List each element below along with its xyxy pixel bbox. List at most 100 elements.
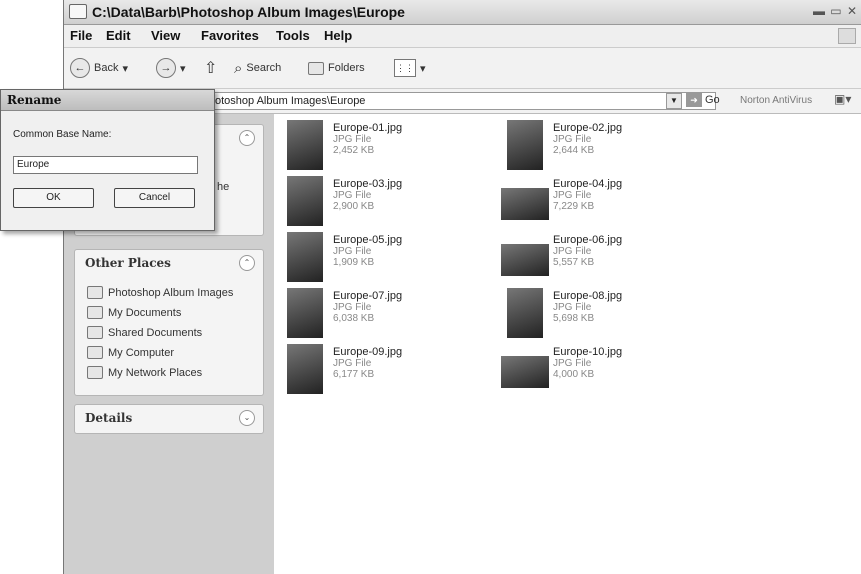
image-thumbnail (287, 120, 323, 170)
windows-logo-icon (838, 28, 856, 44)
file-type: JPG File (553, 246, 592, 257)
file-item[interactable]: Europe-10.jpg JPG File 4,000 KB (501, 344, 707, 398)
file-type: JPG File (333, 246, 372, 257)
back-button[interactable]: ← Back ▾ (70, 56, 128, 80)
go-button[interactable]: ➜ Go (686, 93, 720, 107)
forward-dropdown-icon[interactable]: ▾ (180, 62, 186, 75)
file-size: 2,452 KB (333, 145, 375, 156)
file-name: Europe-08.jpg (553, 290, 623, 302)
image-thumbnail (287, 176, 323, 226)
file-list: Europe-01.jpg JPG File 2,452 KB Europe-0… (275, 114, 861, 574)
go-arrow-icon: ➜ (686, 93, 702, 107)
file-item[interactable]: Europe-05.jpg JPG File 1,909 KB (287, 232, 487, 286)
common-base-name-input[interactable]: Europe (13, 156, 198, 174)
other-places-header[interactable]: Other Places (85, 256, 171, 270)
file-size: 6,038 KB (333, 313, 375, 324)
place-label: My Computer (108, 346, 175, 359)
folders-icon (308, 61, 324, 75)
menu-view[interactable]: View (151, 28, 180, 43)
image-thumbnail (507, 120, 543, 170)
file-name: Europe-06.jpg (553, 234, 623, 246)
file-item[interactable]: Europe-09.jpg JPG File 6,177 KB (287, 344, 487, 398)
forward-button[interactable]: → ▾ (156, 56, 186, 80)
place-label: My Documents (108, 306, 182, 319)
place-my-computer[interactable]: My Computer (87, 346, 174, 359)
menu-bar: File Edit View Favorites Tools Help (64, 25, 861, 48)
views-dropdown-icon: ▾ (420, 62, 426, 75)
file-type: JPG File (553, 302, 592, 313)
place-photoshop-album-images[interactable]: Photoshop Album Images (87, 286, 233, 299)
file-type: JPG File (333, 134, 372, 145)
file-type: JPG File (333, 302, 372, 313)
menu-file[interactable]: File (70, 28, 92, 43)
image-thumbnail (287, 344, 323, 394)
network-icon (87, 366, 103, 379)
collapse-chevron-icon[interactable]: ⌃ (239, 255, 255, 271)
file-size: 6,177 KB (333, 369, 375, 380)
window-controls[interactable]: ▬ ▭ ✕ (813, 4, 858, 18)
menu-favorites[interactable]: Favorites (201, 28, 259, 43)
folder-icon (87, 286, 103, 299)
ok-button[interactable]: OK (13, 188, 94, 208)
folders-button[interactable]: Folders (308, 56, 365, 80)
cancel-button[interactable]: Cancel (114, 188, 195, 208)
image-thumbnail (287, 232, 323, 282)
file-item[interactable]: Europe-08.jpg JPG File 5,698 KB (507, 288, 707, 342)
computer-icon (87, 346, 103, 359)
file-item[interactable]: Europe-02.jpg JPG File 2,644 KB (507, 120, 707, 174)
norton-menu-icon[interactable]: ▣▾ (834, 92, 851, 106)
file-item[interactable]: Europe-04.jpg JPG File 7,229 KB (501, 176, 707, 230)
views-icon: ⋮⋮ (394, 59, 416, 77)
place-my-documents[interactable]: My Documents (87, 306, 181, 319)
menu-edit[interactable]: Edit (106, 28, 131, 43)
image-thumbnail (501, 356, 549, 388)
place-label: My Network Places (108, 366, 203, 379)
up-folder-icon: ⇧ (204, 60, 218, 77)
file-item[interactable]: Europe-01.jpg JPG File 2,452 KB (287, 120, 487, 174)
file-type: JPG File (553, 190, 592, 201)
back-arrow-icon: ← (70, 58, 90, 78)
address-field[interactable]: otoshop Album Images\Europe (190, 92, 716, 110)
file-item[interactable]: Europe-03.jpg JPG File 2,900 KB (287, 176, 487, 230)
rename-dialog: Rename Common Base Name: Europe OK Cance… (0, 89, 215, 231)
search-button[interactable]: ⌕ Search (234, 56, 281, 80)
folders-label: Folders (328, 62, 365, 74)
explorer-window: C:\Data\Barb\Photoshop Album Images\Euro… (63, 0, 861, 574)
image-thumbnail (507, 288, 543, 338)
expand-chevron-icon[interactable]: ⌄ (239, 410, 255, 426)
place-my-network-places[interactable]: My Network Places (87, 366, 202, 379)
folder-icon (69, 4, 87, 19)
title-bar: C:\Data\Barb\Photoshop Album Images\Euro… (64, 0, 861, 25)
file-item[interactable]: Europe-07.jpg JPG File 6,038 KB (287, 288, 487, 342)
file-name: Europe-07.jpg (333, 290, 403, 302)
file-item[interactable]: Europe-06.jpg JPG File 5,557 KB (501, 232, 707, 286)
image-thumbnail (501, 188, 549, 220)
norton-antivirus-label[interactable]: Norton AntiVirus (740, 95, 812, 106)
image-thumbnail (287, 288, 323, 338)
menu-help[interactable]: Help (324, 28, 352, 43)
views-button[interactable]: ⋮⋮ ▾ (394, 56, 426, 80)
menu-tools[interactable]: Tools (276, 28, 310, 43)
up-folder-button[interactable]: ⇧ (204, 56, 217, 80)
file-size: 5,557 KB (553, 257, 595, 268)
forward-arrow-icon: → (156, 58, 176, 78)
toolbar: ← Back ▾ → ▾ ⇧ ⌕ Search Folders ⋮⋮ ▾ (64, 48, 861, 89)
window-title: C:\Data\Barb\Photoshop Album Images\Euro… (92, 4, 405, 20)
file-type: JPG File (553, 134, 592, 145)
file-name: Europe-03.jpg (333, 178, 403, 190)
file-name: Europe-10.jpg (553, 346, 623, 358)
details-header[interactable]: Details (85, 411, 132, 425)
common-base-name-label: Common Base Name: (13, 129, 112, 140)
file-name: Europe-02.jpg (553, 122, 623, 134)
collapse-chevron-icon[interactable]: ⌃ (239, 130, 255, 146)
details-panel: Details ⌄ (74, 404, 264, 434)
file-name: Europe-04.jpg (553, 178, 623, 190)
file-size: 2,900 KB (333, 201, 375, 212)
dialog-title-bar[interactable]: Rename (1, 90, 214, 111)
place-shared-documents[interactable]: Shared Documents (87, 326, 202, 339)
back-dropdown-icon[interactable]: ▾ (122, 62, 128, 75)
dialog-title: Rename (7, 93, 62, 107)
address-dropdown-icon[interactable]: ▼ (666, 93, 682, 109)
file-name: Europe-09.jpg (333, 346, 403, 358)
place-label: Shared Documents (108, 326, 203, 339)
